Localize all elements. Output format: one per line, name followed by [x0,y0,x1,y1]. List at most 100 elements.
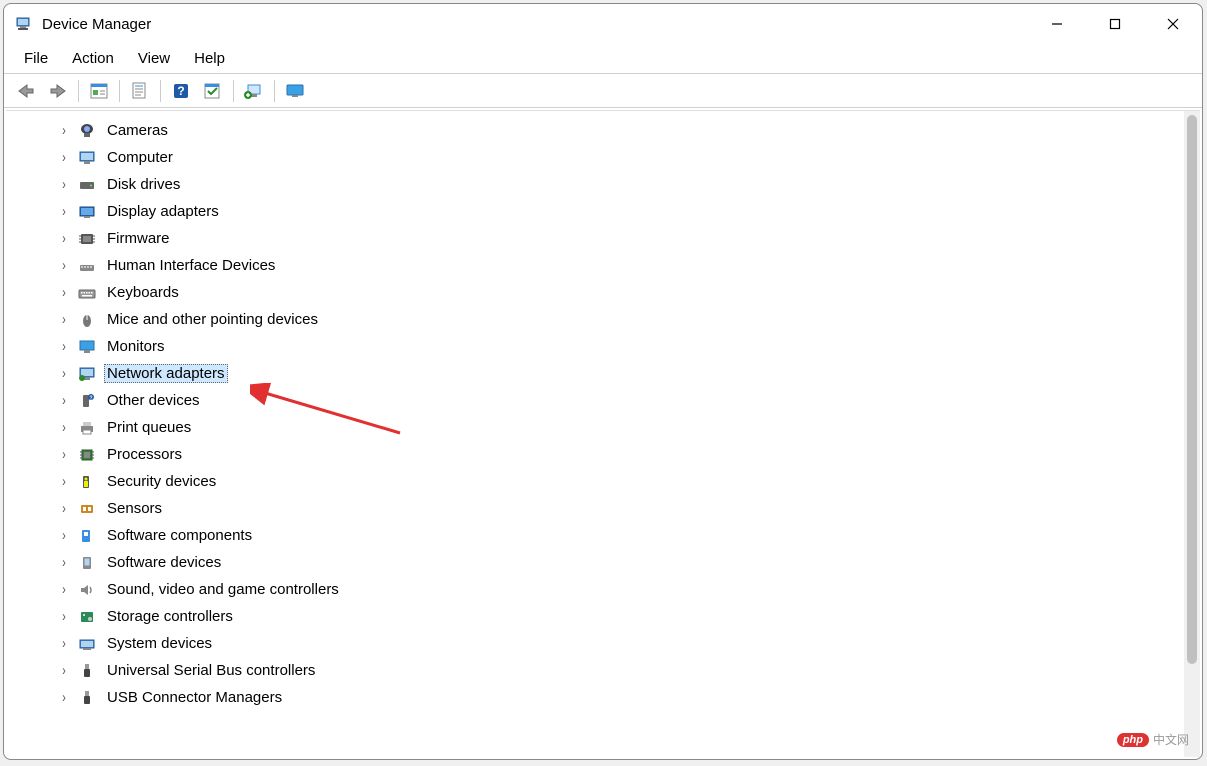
tree-label: Keyboards [104,283,182,302]
hid-icon [76,256,98,276]
chevron-right-icon[interactable]: › [56,690,72,706]
scrollbar-thumb[interactable] [1187,115,1197,664]
tree-label: Universal Serial Bus controllers [104,661,318,680]
toolbar-separator [78,80,79,102]
sensor-icon [76,499,98,519]
tree-item-usb-connector-managers[interactable]: › USB Connector Managers [26,684,1200,711]
firmware-icon [76,229,98,249]
toolbar-help-button[interactable]: ? [167,77,195,105]
toolbar-show-hide-tree-button[interactable] [85,77,113,105]
chevron-right-icon[interactable]: › [56,663,72,679]
chevron-right-icon[interactable]: › [56,474,72,490]
menu-action[interactable]: Action [62,48,124,69]
tree-item-sound[interactable]: › Sound, video and game controllers [26,576,1200,603]
tree-item-processors[interactable]: › Processors [26,441,1200,468]
toolbar-separator [160,80,161,102]
tree-item-cameras[interactable]: › Cameras [26,117,1200,144]
chevron-right-icon[interactable]: › [56,393,72,409]
system-device-icon [76,634,98,654]
tree-item-storage-controllers[interactable]: › Storage controllers [26,603,1200,630]
tree-label: System devices [104,634,215,653]
camera-icon [76,121,98,141]
tree-item-display-adapters[interactable]: › Display adapters [26,198,1200,225]
chevron-right-icon[interactable]: › [56,285,72,301]
toolbar-scan-button[interactable] [199,77,227,105]
device-tree[interactable]: › Cameras › Computer › Disk drives › Dis… [6,111,1200,757]
chevron-right-icon[interactable]: › [56,312,72,328]
menu-bar: File Action View Help [4,44,1202,74]
security-icon [76,472,98,492]
tree-item-usb-controllers[interactable]: › Universal Serial Bus controllers [26,657,1200,684]
chevron-right-icon[interactable]: › [56,420,72,436]
chevron-right-icon[interactable]: › [56,447,72,463]
processor-icon [76,445,98,465]
tree-label: Network adapters [104,364,228,383]
chevron-right-icon[interactable]: › [56,339,72,355]
tree-label: Sensors [104,499,165,518]
svg-text:?: ? [177,84,184,98]
toolbar-add-device-button[interactable] [240,77,268,105]
chevron-right-icon[interactable]: › [56,555,72,571]
sound-icon [76,580,98,600]
toolbar-separator [274,80,275,102]
chevron-right-icon[interactable]: › [56,231,72,247]
tree-label: Software components [104,526,255,545]
chevron-right-icon[interactable]: › [56,204,72,220]
chevron-right-icon[interactable]: › [56,123,72,139]
toolbar-remote-view-button[interactable] [281,77,309,105]
printer-icon [76,418,98,438]
chevron-right-icon[interactable]: › [56,366,72,382]
content-area: › Cameras › Computer › Disk drives › Dis… [6,110,1200,757]
tree-item-computer[interactable]: › Computer [26,144,1200,171]
tree-label: Mice and other pointing devices [104,310,321,329]
tree-item-keyboards[interactable]: › Keyboards [26,279,1200,306]
keyboard-icon [76,283,98,303]
tree-item-print-queues[interactable]: › Print queues [26,414,1200,441]
tree-label: Other devices [104,391,203,410]
chevron-right-icon[interactable]: › [56,636,72,652]
chevron-right-icon[interactable]: › [56,177,72,193]
toolbar-back-button[interactable] [12,77,40,105]
tree-item-system-devices[interactable]: › System devices [26,630,1200,657]
tree-item-mice[interactable]: › Mice and other pointing devices [26,306,1200,333]
watermark: php 中文网 [1117,731,1189,748]
chevron-right-icon[interactable]: › [56,609,72,625]
tree-label: Display adapters [104,202,222,221]
tree-item-monitors[interactable]: › Monitors [26,333,1200,360]
tree-item-hid[interactable]: › Human Interface Devices [26,252,1200,279]
chevron-right-icon[interactable]: › [56,150,72,166]
maximize-button[interactable] [1086,4,1144,44]
toolbar-separator [119,80,120,102]
tree-item-software-devices[interactable]: › Software devices [26,549,1200,576]
chevron-right-icon[interactable]: › [56,501,72,517]
tree-label: Storage controllers [104,607,236,626]
tree-item-firmware[interactable]: › Firmware [26,225,1200,252]
tree-label: Processors [104,445,185,464]
menu-view[interactable]: View [128,48,180,69]
tree-item-software-components[interactable]: › Software components [26,522,1200,549]
chevron-right-icon[interactable]: › [56,258,72,274]
menu-help[interactable]: Help [184,48,235,69]
toolbar-properties-button[interactable] [126,77,154,105]
minimize-button[interactable] [1028,4,1086,44]
software-device-icon [76,553,98,573]
chevron-right-icon[interactable]: › [56,528,72,544]
tree-label: Monitors [104,337,168,356]
tree-item-disk-drives[interactable]: › Disk drives [26,171,1200,198]
tree-label: Computer [104,148,176,167]
tree-label: Sound, video and game controllers [104,580,342,599]
device-manager-window: Device Manager File Action View Help [3,3,1203,760]
close-button[interactable] [1144,4,1202,44]
tree-item-network-adapters[interactable]: › Network adapters [26,360,1200,387]
tree-item-security-devices[interactable]: › Security devices [26,468,1200,495]
tree-item-other-devices[interactable]: › ? Other devices [26,387,1200,414]
vertical-scrollbar[interactable] [1184,111,1200,757]
storage-icon [76,607,98,627]
menu-file[interactable]: File [14,48,58,69]
app-icon [14,15,32,33]
chevron-right-icon[interactable]: › [56,582,72,598]
monitor-icon [76,337,98,357]
mouse-icon [76,310,98,330]
toolbar-forward-button[interactable] [44,77,72,105]
tree-item-sensors[interactable]: › Sensors [26,495,1200,522]
